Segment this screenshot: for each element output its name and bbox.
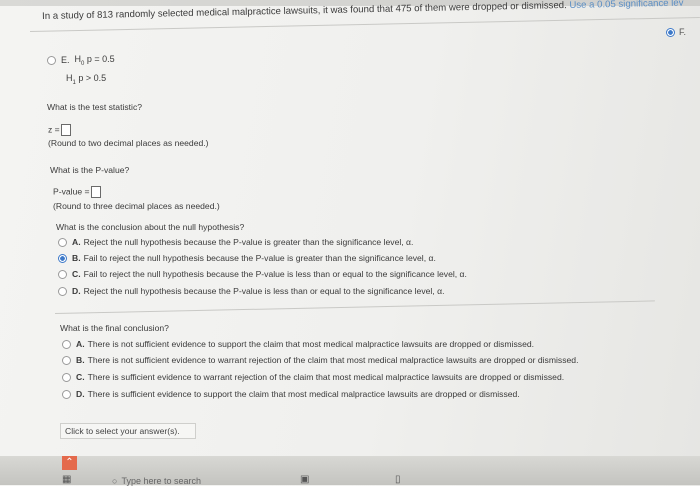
pvalue-answer: P-value = bbox=[53, 186, 101, 198]
null-option-d-radio[interactable] bbox=[58, 286, 67, 296]
null-option-b[interactable]: B. Fail to reject the null hypothesis bec… bbox=[58, 253, 436, 263]
option-f[interactable]: F. bbox=[666, 27, 686, 37]
option-e-label: E. bbox=[61, 55, 70, 66]
h0-statement: H0 p = 0.5 bbox=[74, 54, 115, 67]
final-option-c[interactable]: C. There is sufficient evidence to warran… bbox=[62, 372, 564, 382]
final-option-b[interactable]: B. There is not sufficient evidence to wa… bbox=[62, 355, 578, 365]
test-stat-hint: (Round to two decimal places as needed.) bbox=[48, 138, 209, 148]
option-f-label: F. bbox=[679, 27, 687, 37]
final-option-b-radio[interactable] bbox=[62, 355, 71, 365]
option-e-radio[interactable] bbox=[47, 55, 56, 65]
final-conclusion-question: What is the final conclusion? bbox=[60, 323, 169, 333]
null-option-a-radio[interactable] bbox=[58, 237, 67, 247]
final-option-d-radio[interactable] bbox=[62, 389, 71, 399]
section-divider bbox=[55, 300, 655, 314]
option-f-radio[interactable] bbox=[666, 27, 675, 37]
pvalue-question: What is the P-value? bbox=[50, 165, 130, 175]
null-option-b-radio[interactable] bbox=[58, 253, 67, 263]
pvalue-input[interactable] bbox=[90, 186, 101, 198]
null-option-c-radio[interactable] bbox=[58, 269, 67, 279]
homework-page: In a study of 813 randomly selected medi… bbox=[0, 0, 700, 486]
null-option-a[interactable]: A. Reject the null hypothesis because the… bbox=[58, 237, 413, 247]
taskbar bbox=[0, 456, 700, 485]
null-option-c[interactable]: C. Fail to reject the null hypothesis bec… bbox=[58, 269, 467, 279]
test-stat-answer: z = bbox=[48, 124, 71, 136]
test-stat-input[interactable] bbox=[60, 124, 71, 136]
final-option-c-radio[interactable] bbox=[62, 372, 71, 382]
test-stat-prefix: z = bbox=[48, 124, 60, 135]
null-option-d[interactable]: D. Reject the null hypothesis because the… bbox=[58, 286, 444, 296]
final-option-a[interactable]: A. There is not sufficient evidence to su… bbox=[62, 339, 534, 349]
chevron-up-icon[interactable]: ⌃ bbox=[62, 456, 77, 470]
taskview-icon[interactable]: ▯ bbox=[395, 474, 401, 485]
final-option-d[interactable]: D. There is sufficient evidence to suppor… bbox=[62, 389, 520, 399]
app-icon[interactable]: ▣ bbox=[300, 474, 309, 485]
pvalue-hint: (Round to three decimal places as needed… bbox=[53, 201, 220, 211]
select-answer-button[interactable]: Click to select your answer(s). bbox=[60, 423, 196, 439]
hypotheses-option-e[interactable]: E. H0 p = 0.5 H1 p > 0.5 bbox=[47, 54, 115, 86]
question-tail: Use a 0.05 significance lev bbox=[569, 0, 684, 11]
pvalue-prefix: P-value = bbox=[53, 186, 90, 197]
test-stat-question: What is the test statistic? bbox=[47, 102, 143, 112]
windows-icon[interactable]: ▦ bbox=[62, 474, 71, 485]
h1-statement: H1 p > 0.5 bbox=[66, 72, 107, 86]
null-conclusion-question: What is the conclusion about the null hy… bbox=[56, 222, 245, 232]
final-option-a-radio[interactable] bbox=[62, 339, 71, 349]
